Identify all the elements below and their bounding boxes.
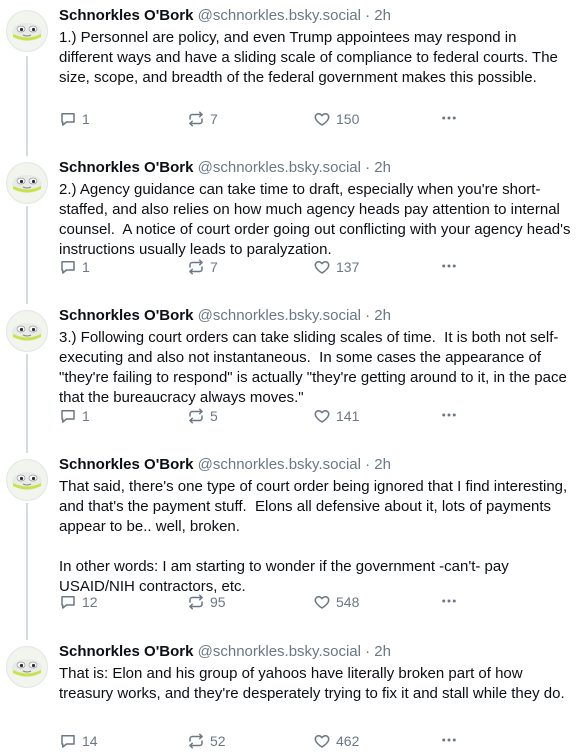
post-header: Schnorkles O'Bork @schnorkles.bsky.socia… [59, 6, 571, 26]
reply-button[interactable]: 14 [59, 732, 98, 750]
reply-count: 1 [82, 408, 90, 424]
speech-bubble-icon [59, 258, 77, 276]
reply-button[interactable]: 1 [59, 407, 90, 425]
reply-count: 1 [82, 111, 90, 127]
thread-connector-line [26, 354, 28, 453]
like-button[interactable]: 548 [313, 593, 359, 611]
reply-button[interactable]: 1 [59, 110, 90, 128]
repost-arrows-icon [187, 732, 205, 750]
speech-bubble-icon [59, 732, 77, 750]
thread-connector-line [26, 206, 28, 304]
post-content: Schnorkles O'Bork @schnorkles.bsky.socia… [59, 158, 571, 260]
repost-arrows-icon [187, 593, 205, 611]
reply-count: 1 [82, 259, 90, 275]
avatar[interactable] [6, 646, 48, 688]
repost-arrows-icon [187, 258, 205, 276]
repost-button[interactable]: 5 [187, 407, 218, 425]
post-timestamp[interactable]: · 2h [365, 456, 391, 473]
like-count: 548 [336, 594, 360, 610]
post-text: 1.) Personnel are policy, and even Trump… [59, 29, 563, 86]
heart-icon [313, 407, 331, 425]
heart-icon [313, 593, 331, 611]
repost-count: 5 [210, 408, 218, 424]
reply-count: 12 [82, 594, 98, 610]
repost-arrows-icon [187, 110, 205, 128]
thread-connector-line [26, 503, 28, 640]
post-header: Schnorkles O'Bork @schnorkles.bsky.socia… [59, 642, 571, 662]
post-text: 3.) Following court orders can take slid… [59, 329, 572, 406]
repost-button[interactable]: 95 [187, 593, 226, 611]
heart-icon [313, 732, 331, 750]
more-options-button[interactable] [440, 731, 458, 749]
author-handle[interactable]: @schnorkles.bsky.social [198, 7, 361, 24]
reply-button[interactable]: 1 [59, 258, 90, 276]
author-name[interactable]: Schnorkles O'Bork [59, 7, 193, 24]
speech-bubble-icon [59, 407, 77, 425]
post-actions: 1 5 141 [59, 407, 479, 427]
like-button[interactable]: 150 [313, 110, 359, 128]
avatar[interactable] [6, 310, 48, 352]
post-actions: 1 7 137 [59, 258, 479, 278]
reply-count: 14 [82, 733, 98, 749]
more-options-button[interactable] [440, 257, 458, 275]
repost-button[interactable]: 7 [187, 258, 218, 276]
post-content: Schnorkles O'Bork @schnorkles.bsky.socia… [59, 306, 571, 408]
like-count: 141 [336, 408, 360, 424]
speech-bubble-icon [59, 110, 77, 128]
repost-count: 7 [210, 111, 218, 127]
author-name[interactable]: Schnorkles O'Bork [59, 159, 193, 176]
post-content: Schnorkles O'Bork @schnorkles.bsky.socia… [59, 455, 571, 597]
repost-arrows-icon [187, 407, 205, 425]
more-options-button[interactable] [440, 109, 458, 127]
thread-connector-line [26, 56, 28, 156]
repost-count: 52 [210, 733, 226, 749]
avatar[interactable] [6, 162, 48, 204]
like-button[interactable]: 462 [313, 732, 359, 750]
like-count: 137 [336, 259, 360, 275]
repost-count: 7 [210, 259, 218, 275]
post-content: Schnorkles O'Bork @schnorkles.bsky.socia… [59, 6, 571, 88]
speech-bubble-icon [59, 593, 77, 611]
author-handle[interactable]: @schnorkles.bsky.social [198, 456, 361, 473]
reply-button[interactable]: 12 [59, 593, 98, 611]
post-actions: 12 95 548 [59, 593, 479, 613]
post-timestamp[interactable]: · 2h [365, 643, 391, 660]
heart-icon [313, 258, 331, 276]
like-count: 150 [336, 111, 360, 127]
avatar[interactable] [6, 459, 48, 501]
post-text: That said, there's one type of court ord… [59, 478, 568, 595]
author-name[interactable]: Schnorkles O'Bork [59, 456, 193, 473]
post-timestamp[interactable]: · 2h [365, 307, 391, 324]
ellipsis-icon [440, 257, 458, 275]
repost-button[interactable]: 7 [187, 110, 218, 128]
post-header: Schnorkles O'Bork @schnorkles.bsky.socia… [59, 158, 571, 178]
repost-count: 95 [210, 594, 226, 610]
heart-icon [313, 110, 331, 128]
ellipsis-icon [440, 592, 458, 610]
like-button[interactable]: 141 [313, 407, 359, 425]
author-name[interactable]: Schnorkles O'Bork [59, 643, 193, 660]
more-options-button[interactable] [440, 592, 458, 610]
author-handle[interactable]: @schnorkles.bsky.social [198, 307, 361, 324]
like-count: 462 [336, 733, 360, 749]
more-options-button[interactable] [440, 406, 458, 424]
post-timestamp[interactable]: · 2h [365, 159, 391, 176]
ellipsis-icon [440, 731, 458, 749]
post-header: Schnorkles O'Bork @schnorkles.bsky.socia… [59, 455, 571, 475]
author-handle[interactable]: @schnorkles.bsky.social [198, 159, 361, 176]
author-name[interactable]: Schnorkles O'Bork [59, 307, 193, 324]
post-timestamp[interactable]: · 2h [365, 7, 391, 24]
post-text: 2.) Agency guidance can take time to dra… [59, 181, 575, 258]
ellipsis-icon [440, 109, 458, 127]
avatar[interactable] [6, 10, 48, 52]
author-handle[interactable]: @schnorkles.bsky.social [198, 643, 361, 660]
ellipsis-icon [440, 406, 458, 424]
post-actions: 14 52 462 [59, 732, 479, 752]
post-actions: 1 7 150 [59, 110, 479, 130]
repost-button[interactable]: 52 [187, 732, 226, 750]
post-content: Schnorkles O'Bork @schnorkles.bsky.socia… [59, 642, 571, 704]
post-text: That is: Elon and his group of yahoos ha… [59, 665, 565, 702]
post-header: Schnorkles O'Bork @schnorkles.bsky.socia… [59, 306, 571, 326]
like-button[interactable]: 137 [313, 258, 359, 276]
